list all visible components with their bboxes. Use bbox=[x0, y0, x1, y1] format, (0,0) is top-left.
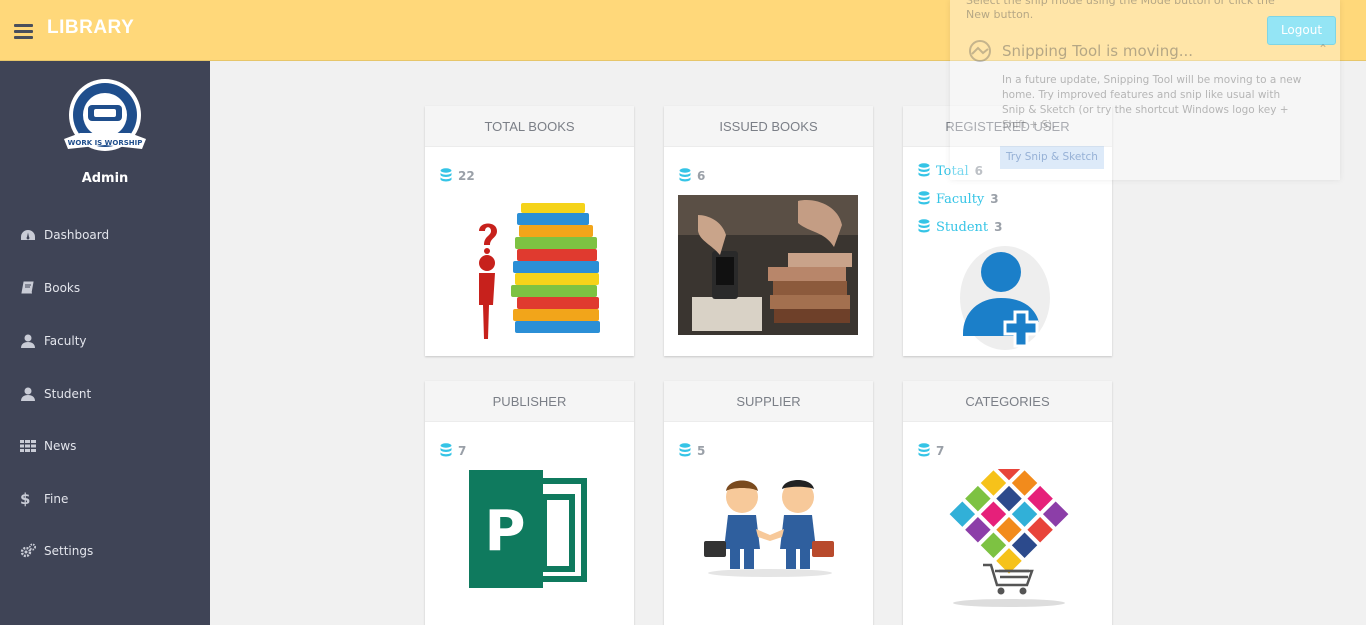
supplier-count: 5 bbox=[679, 443, 705, 458]
categories-card[interactable]: CATEGORIES 7 bbox=[903, 381, 1112, 625]
total-books-count: 22 bbox=[440, 168, 475, 183]
sidebar-item-label: Dashboard bbox=[44, 228, 110, 242]
business-handshake-illustration bbox=[704, 480, 834, 577]
database-icon bbox=[679, 168, 691, 182]
sidebar-item-label: Settings bbox=[44, 544, 94, 558]
database-icon bbox=[918, 219, 930, 233]
sidebar: WORK IS WORSHIP Admin Dashboard Books Fa… bbox=[0, 61, 210, 625]
sidebar-item-books[interactable]: Books bbox=[0, 269, 210, 309]
registered-faculty: Faculty 3 bbox=[918, 191, 999, 207]
snipping-tool-icon bbox=[969, 40, 991, 62]
sidebar-item-label: News bbox=[44, 439, 77, 453]
try-snip-sketch-button[interactable]: Try Snip & Sketch bbox=[1000, 146, 1104, 169]
student-value: 3 bbox=[994, 220, 1003, 234]
sidebar-item-label: Faculty bbox=[44, 334, 87, 348]
sidebar-item-student[interactable]: Student bbox=[0, 375, 210, 415]
collapse-chevron-icon[interactable]: ⌃ bbox=[1318, 42, 1328, 56]
sidebar-item-label: Books bbox=[44, 281, 81, 295]
user-icon bbox=[21, 387, 35, 401]
database-icon bbox=[918, 443, 930, 457]
card-title: TOTAL BOOKS bbox=[425, 106, 634, 147]
faculty-value: 3 bbox=[990, 192, 999, 206]
database-icon bbox=[679, 443, 691, 457]
sidebar-item-news[interactable]: News bbox=[0, 427, 210, 467]
books-stack-illustration bbox=[479, 203, 600, 339]
database-icon bbox=[440, 168, 452, 182]
card-title: ISSUED BOOKS bbox=[664, 106, 873, 147]
snip-title: Snipping Tool is moving... bbox=[1002, 42, 1194, 60]
user-icon bbox=[21, 334, 35, 348]
sidebar-item-dashboard[interactable]: Dashboard bbox=[0, 216, 210, 256]
database-icon bbox=[918, 163, 930, 177]
sidebar-item-label: Fine bbox=[44, 492, 69, 506]
student-label: Student bbox=[936, 220, 989, 235]
svg-text:P: P bbox=[484, 499, 525, 564]
card-title: PUBLISHER bbox=[425, 381, 634, 422]
issued-books-photo bbox=[678, 195, 858, 335]
count-value: 7 bbox=[458, 444, 467, 458]
grid-icon bbox=[20, 440, 36, 452]
sidebar-item-settings[interactable]: Settings bbox=[0, 532, 210, 572]
menu-toggle-icon[interactable] bbox=[14, 24, 33, 39]
dollar-icon: $ bbox=[20, 490, 31, 508]
card-title: SUPPLIER bbox=[664, 381, 873, 422]
categories-count: 7 bbox=[918, 443, 944, 458]
add-user-icon bbox=[960, 246, 1050, 350]
faculty-label: Faculty bbox=[936, 192, 985, 207]
publisher-app-icon: P bbox=[469, 470, 587, 588]
app-title: LIBRARY bbox=[47, 17, 135, 38]
institution-logo: WORK IS WORSHIP bbox=[64, 79, 146, 151]
issued-books-card[interactable]: ISSUED BOOKS 6 bbox=[664, 106, 873, 356]
svg-text:WORK IS WORSHIP: WORK IS WORSHIP bbox=[68, 139, 143, 147]
sidebar-item-fine[interactable]: $ Fine bbox=[0, 480, 210, 520]
snip-body: In a future update, Snipping Tool will b… bbox=[1002, 74, 1302, 131]
snip-mode-hint: Select the snip mode using the Mode butt… bbox=[966, 0, 1275, 21]
shopping-categories-illustration bbox=[949, 469, 1069, 607]
database-icon bbox=[918, 191, 930, 205]
total-books-card[interactable]: TOTAL BOOKS 22 bbox=[425, 106, 634, 356]
issued-books-count: 6 bbox=[679, 168, 705, 183]
count-value: 22 bbox=[458, 169, 475, 183]
sidebar-item-label: Student bbox=[44, 387, 92, 401]
count-value: 6 bbox=[697, 169, 706, 183]
publisher-card[interactable]: PUBLISHER 7 P bbox=[425, 381, 634, 625]
database-icon bbox=[440, 443, 452, 457]
registered-student: Student 3 bbox=[918, 219, 1002, 235]
supplier-card[interactable]: SUPPLIER 5 bbox=[664, 381, 873, 625]
publisher-count: 7 bbox=[440, 443, 466, 458]
snipping-tool-notification: Select the snip mode using the Mode butt… bbox=[950, 0, 1340, 180]
count-value: 5 bbox=[697, 444, 706, 458]
count-value: 7 bbox=[936, 444, 945, 458]
gears-icon bbox=[20, 543, 36, 558]
user-name: Admin bbox=[81, 171, 129, 186]
card-title: CATEGORIES bbox=[903, 381, 1112, 422]
book-icon bbox=[21, 281, 34, 294]
dashboard-icon bbox=[21, 230, 35, 240]
sidebar-item-faculty[interactable]: Faculty bbox=[0, 322, 210, 362]
